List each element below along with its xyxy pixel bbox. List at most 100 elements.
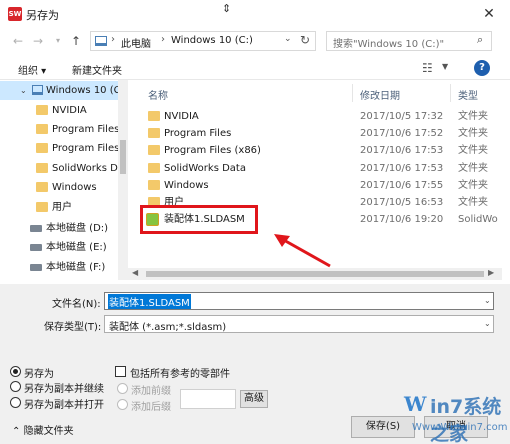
file-row[interactable]: NVIDIA 2017/10/5 17:32 文件夹 bbox=[140, 108, 502, 125]
column-header-date[interactable]: 修改日期 bbox=[360, 87, 400, 102]
navigation-scrollbar[interactable] bbox=[118, 80, 128, 280]
chevron-down-icon[interactable]: ⌄ bbox=[20, 81, 27, 100]
chevron-down-icon[interactable]: ⌄ bbox=[484, 296, 491, 305]
file-date: 2017/10/5 17:32 bbox=[360, 111, 444, 122]
file-row[interactable]: Program Files 2017/10/6 17:52 文件夹 bbox=[140, 125, 502, 142]
solidworks-logo-icon: SW bbox=[8, 7, 22, 21]
save-button[interactable]: 保存(S) bbox=[351, 416, 415, 438]
tree-item-folder[interactable]: SolidWorks D bbox=[0, 159, 118, 178]
tree-item-label: 本地磁盘 (D:) bbox=[46, 223, 109, 234]
file-row[interactable]: SolidWorks Data 2017/10/6 17:53 文件夹 bbox=[140, 160, 502, 177]
view-options-icon[interactable]: ☷ bbox=[422, 61, 433, 75]
tree-item-folder[interactable]: Program Files bbox=[0, 120, 118, 139]
column-header-name[interactable]: 名称 bbox=[148, 87, 168, 102]
chevron-down-icon[interactable]: ⌄ bbox=[284, 34, 292, 44]
chevron-right-icon[interactable]: › bbox=[111, 34, 115, 45]
recent-dropdown-icon[interactable]: ▾ bbox=[50, 32, 66, 50]
prefix-suffix-input[interactable] bbox=[180, 389, 236, 409]
refresh-icon[interactable]: ↻ bbox=[300, 33, 310, 47]
watermark-url: Www.Winwin7.com bbox=[412, 422, 508, 433]
tree-item-folder[interactable]: Windows bbox=[0, 178, 118, 197]
scroll-left-icon[interactable]: ◀ bbox=[132, 268, 138, 277]
address-bar[interactable]: › 此电脑 › Windows 10 (C:) ⌄ ↻ bbox=[90, 31, 316, 51]
add-prefix-radio[interactable] bbox=[117, 383, 128, 394]
chevron-down-icon[interactable]: ▼ bbox=[442, 62, 448, 71]
file-date: 2017/10/6 17:52 bbox=[360, 128, 444, 139]
help-icon[interactable]: ? bbox=[474, 60, 490, 76]
search-icon[interactable]: ⌕ bbox=[477, 33, 483, 47]
tree-item-folder[interactable]: 用户 bbox=[0, 198, 118, 217]
organize-button[interactable]: 组织 ▾ bbox=[18, 62, 46, 77]
chevron-down-icon[interactable]: ⌄ bbox=[484, 319, 491, 328]
filename-input[interactable]: 装配体1.SLDASM ⌄ bbox=[104, 292, 494, 310]
tree-item-label: SolidWorks D bbox=[52, 163, 118, 174]
save-type-value: 装配体 (*.asm;*.sldasm) bbox=[109, 322, 227, 333]
navigation-pane: ⌄ Windows 10 (C NVIDIA Program Files Pro… bbox=[0, 80, 128, 280]
tree-item-label: 本地磁盘 (F:) bbox=[46, 262, 106, 273]
column-header-row: 名称 修改日期 类型 bbox=[140, 84, 502, 102]
folder-icon bbox=[148, 111, 160, 121]
file-name: Windows bbox=[164, 180, 209, 191]
forward-arrow-icon[interactable]: → bbox=[30, 32, 46, 50]
column-header-type[interactable]: 类型 bbox=[458, 87, 478, 102]
file-row[interactable]: Windows 2017/10/6 17:55 文件夹 bbox=[140, 177, 502, 194]
search-placeholder: 搜索"Windows 10 (C:)" bbox=[333, 39, 445, 50]
scroll-right-icon[interactable]: ▶ bbox=[488, 268, 494, 277]
file-name: Program Files bbox=[164, 128, 232, 139]
file-type: 文件夹 bbox=[458, 197, 488, 208]
scrollbar-thumb[interactable] bbox=[146, 271, 484, 277]
chevron-up-icon: ⌃ bbox=[12, 426, 21, 437]
file-name: Program Files (x86) bbox=[164, 145, 261, 156]
breadcrumb-this-pc[interactable]: 此电脑 bbox=[121, 35, 151, 50]
breadcrumb-drive-c[interactable]: Windows 10 (C:) bbox=[171, 35, 253, 46]
file-name: NVIDIA bbox=[164, 111, 199, 122]
toolbar: 组织 ▾ 新建文件夹 ☷ ▼ ? bbox=[0, 58, 510, 80]
file-type: 文件夹 bbox=[458, 128, 488, 139]
new-folder-button[interactable]: 新建文件夹 bbox=[72, 62, 122, 77]
file-row[interactable]: Program Files (x86) 2017/10/6 17:53 文件夹 bbox=[140, 142, 502, 159]
chevron-right-icon[interactable]: › bbox=[161, 34, 165, 45]
highlight-annotation-box bbox=[140, 205, 258, 234]
column-divider[interactable] bbox=[352, 84, 353, 102]
back-arrow-icon[interactable]: ← bbox=[10, 32, 26, 50]
tree-item-label: NVIDIA bbox=[52, 105, 87, 116]
include-refs-checkbox[interactable] bbox=[115, 366, 126, 377]
computer-icon bbox=[95, 36, 107, 46]
folder-icon bbox=[36, 182, 48, 192]
advanced-button[interactable]: 高级 bbox=[240, 390, 268, 408]
scrollbar-thumb[interactable] bbox=[120, 140, 126, 174]
add-suffix-radio[interactable] bbox=[117, 399, 128, 410]
tree-item-folder[interactable]: NVIDIA bbox=[0, 101, 118, 120]
resize-cursor-icon: ⇕ bbox=[222, 2, 232, 15]
tree-item-drive[interactable]: 本地磁盘 (E:) bbox=[0, 238, 118, 257]
up-arrow-icon[interactable]: ↑ bbox=[68, 32, 84, 50]
save-copy-open-label: 另存为副本并打开 bbox=[24, 400, 104, 411]
close-button[interactable]: ✕ bbox=[480, 5, 498, 23]
file-date: 2017/10/6 17:53 bbox=[360, 145, 444, 156]
navigation-row: ← → ▾ ↑ › 此电脑 › Windows 10 (C:) ⌄ ↻ 搜索"W… bbox=[0, 28, 510, 54]
folder-icon bbox=[148, 163, 160, 173]
search-input[interactable]: 搜索"Windows 10 (C:)" ⌕ bbox=[326, 31, 492, 51]
folder-icon bbox=[36, 202, 48, 212]
save-as-radio[interactable] bbox=[10, 366, 21, 377]
hide-folders-toggle[interactable]: ⌃ 隐藏文件夹 bbox=[12, 422, 74, 437]
tree-item-drive-c[interactable]: ⌄ Windows 10 (C bbox=[0, 81, 118, 100]
column-divider[interactable] bbox=[450, 84, 451, 102]
tree-item-drive[interactable]: 本地磁盘 (D:) bbox=[0, 219, 118, 238]
file-date: 2017/10/6 17:53 bbox=[360, 163, 444, 174]
save-type-select[interactable]: 装配体 (*.asm;*.sldasm) ⌄ bbox=[104, 315, 494, 333]
tree-item-label: Windows 10 (C bbox=[46, 85, 118, 96]
file-date: 2017/10/5 16:53 bbox=[360, 197, 444, 208]
save-copy-continue-label: 另存为副本并继续 bbox=[24, 384, 104, 395]
save-copy-continue-radio[interactable] bbox=[10, 381, 21, 392]
tree-item-label: Program Files bbox=[52, 143, 118, 154]
save-type-label: 保存类型(T): bbox=[44, 322, 102, 333]
file-name: SolidWorks Data bbox=[164, 163, 246, 174]
add-prefix-label: 添加前缀 bbox=[131, 386, 171, 397]
save-copy-open-radio[interactable] bbox=[10, 397, 21, 408]
tree-item-folder[interactable]: Program Files bbox=[0, 139, 118, 158]
tree-item-drive[interactable]: 本地磁盘 (F:) bbox=[0, 258, 118, 277]
horizontal-scrollbar[interactable]: ◀ ▶ bbox=[128, 268, 502, 280]
watermark-logo-icon: W bbox=[404, 392, 427, 416]
hide-folders-label: 隐藏文件夹 bbox=[23, 426, 74, 437]
